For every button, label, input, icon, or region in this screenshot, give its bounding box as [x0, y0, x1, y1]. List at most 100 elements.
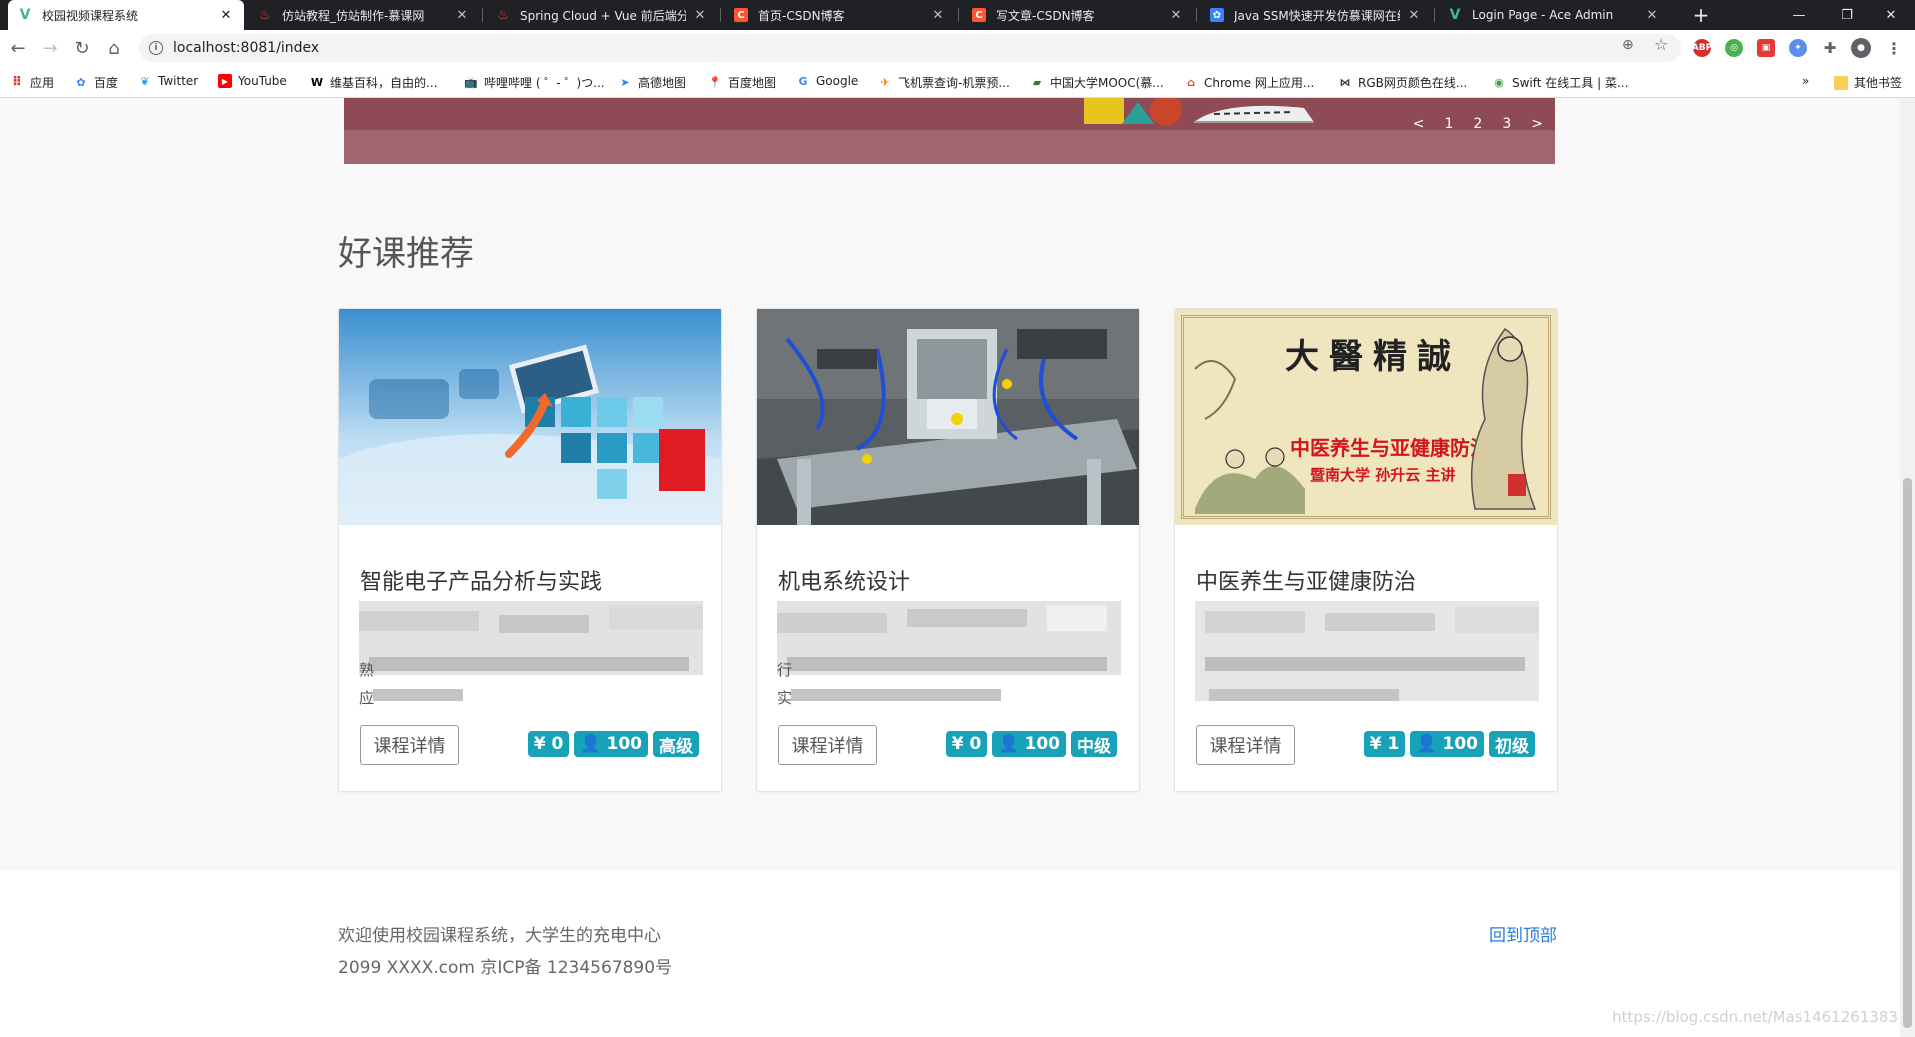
scrollbar-thumb[interactable] [1903, 478, 1912, 1028]
tab-spring-cloud-vue[interactable]: ♨ Spring Cloud + Vue 前后端分离 ✕ [486, 0, 718, 30]
twitter-bird-icon: ❦ [140, 74, 150, 88]
wikipedia-w-icon: W [310, 76, 324, 89]
ink-painting-illustration [1194, 327, 1537, 514]
menu-kebab-icon[interactable]: ⋮ [1885, 39, 1903, 58]
blurred-description [777, 601, 1121, 701]
bookmarks-bar: ⠿ 应用 ✿ 百度 ❦ Twitter ▶ YouTube W 维基百科，自由的... 📺… [0, 66, 1915, 98]
course-thumbnail[interactable] [339, 309, 721, 525]
bookmark-amap[interactable]: ➤ 高德地图 [618, 74, 686, 91]
bookmark-twitter[interactable]: ❦ Twitter [138, 74, 198, 88]
bookmark-swift[interactable]: ◉ Swift 在线工具 | 菜... [1492, 74, 1628, 91]
price-badge: ¥ 0 [527, 731, 570, 757]
new-tab-button[interactable]: + [1687, 0, 1715, 30]
back-arrow-icon[interactable]: ← [6, 36, 30, 60]
section-title: 好课推荐 [338, 234, 474, 274]
description-snippet: 实 [777, 689, 793, 707]
bookmark-baidu-map[interactable]: 📍 百度地图 [708, 74, 776, 91]
bookmark-other[interactable]: 其他书签 [1834, 74, 1902, 91]
tab-imooc-clone[interactable]: ♨ 仿站教程_仿站制作-慕课网 ✕ [248, 0, 480, 30]
bookmark-wikipedia[interactable]: W 维基百科，自由的... [310, 74, 438, 91]
bookmark-chrome-store[interactable]: ⌂ Chrome 网上应用... [1184, 74, 1314, 91]
forward-arrow-icon[interactable]: → [38, 36, 62, 60]
bookmark-apps[interactable]: ⠿ 应用 [10, 74, 54, 91]
bookmark-rgb[interactable]: ⋈ RGB网页颜色在线... [1338, 74, 1468, 91]
bookmarks-overflow[interactable]: » [1802, 74, 1809, 88]
profile-avatar-icon[interactable]: ● [1851, 38, 1871, 58]
home-icon[interactable]: ⌂ [102, 36, 126, 60]
extensions-puzzle-icon[interactable]: ✚ [1821, 39, 1839, 57]
close-icon[interactable]: ✕ [692, 8, 708, 23]
zoom-icon[interactable]: ⊕ [1622, 37, 1634, 53]
url-text[interactable]: localhost:8081/index [173, 40, 319, 56]
browser-tab-strip: V 校园视频课程系统 ✕ ♨ 仿站教程_仿站制作-慕课网 ✕ ♨ Spring … [0, 0, 1915, 30]
vue-logo-icon: V [1449, 7, 1461, 23]
bookmark-flight[interactable]: ✈ 飞机票查询-机票预... [878, 74, 1009, 91]
course-badges: ¥ 0 👤 100 中级 [945, 731, 1117, 757]
enrolled-badge: 👤 100 [992, 731, 1066, 757]
carousel-page-3[interactable]: 3 [1502, 116, 1511, 132]
page-scrollbar[interactable] [1900, 98, 1915, 1037]
description-snippet: 熟 [359, 661, 375, 679]
window-close-icon[interactable]: ✕ [1867, 0, 1915, 30]
bookmark-baidu[interactable]: ✿ 百度 [74, 74, 118, 91]
tab-campus-course-system[interactable]: V 校园视频课程系统 ✕ [8, 0, 244, 30]
course-detail-button[interactable]: 课程详情 [1196, 725, 1295, 765]
screenshot-extension-icon[interactable]: ▣ [1757, 39, 1775, 57]
carousel-page-2[interactable]: 2 [1473, 116, 1482, 132]
price-badge: ¥ 0 [945, 731, 988, 757]
banner-shadow-strip [344, 130, 1555, 164]
course-card: 大醫精誠 中医养生与亚健康防治 暨南大学 孙升云 主讲 中医养生与亚健康防治 课… [1174, 308, 1558, 792]
course-title[interactable]: 中医养生与亚健康防治 [1196, 564, 1416, 596]
restore-icon[interactable]: ❐ [1823, 0, 1871, 30]
swift-icon: ◉ [1494, 76, 1504, 89]
close-icon[interactable]: ✕ [1406, 8, 1422, 23]
bookmark-mooc[interactable]: ▰ 中国大学MOOC(慕... [1030, 74, 1164, 91]
bookmark-google[interactable]: G Google [796, 74, 858, 88]
back-to-top-link[interactable]: 回到顶部 [1489, 921, 1557, 946]
course-thumbnail[interactable] [757, 309, 1139, 525]
tab-csdn-write[interactable]: C 写文章-CSDN博客 ✕ [962, 0, 1194, 30]
site-info-icon[interactable]: i [149, 41, 163, 55]
csdn-icon: C [734, 8, 748, 22]
close-icon[interactable]: ✕ [930, 8, 946, 23]
carousel-next-button[interactable]: > [1531, 116, 1543, 132]
course-detail-button[interactable]: 课程详情 [360, 725, 459, 765]
course-title[interactable]: 机电系统设计 [778, 564, 910, 596]
course-title[interactable]: 智能电子产品分析与实践 [360, 564, 602, 596]
tab-csdn-home[interactable]: C 首页-CSDN博客 ✕ [724, 0, 956, 30]
minimize-icon[interactable]: — [1775, 0, 1823, 30]
description-snippet: 应 [359, 689, 375, 707]
baidu-paw-icon: ✿ [76, 76, 86, 89]
close-icon[interactable]: ✕ [1168, 8, 1184, 23]
mooc-icon: ▰ [1032, 76, 1042, 89]
price-badge: ¥ 1 [1363, 731, 1406, 757]
reload-icon[interactable]: ↻ [70, 36, 94, 60]
course-thumbnail[interactable]: 大醫精誠 中医养生与亚健康防治 暨南大学 孙升云 主讲 [1175, 309, 1557, 525]
tab-login-ace-admin[interactable]: V Login Page - Ace Admin ✕ [1438, 0, 1670, 30]
adblock-plus-icon[interactable]: ABP [1692, 39, 1712, 57]
course-badges: ¥ 0 👤 100 高级 [527, 731, 699, 757]
chrome-extension-icon[interactable]: ◎ [1725, 39, 1743, 57]
course-detail-button[interactable]: 课程详情 [778, 725, 877, 765]
address-bar[interactable]: i localhost:8081/index [139, 34, 1681, 62]
description-snippet: 行 [777, 661, 793, 679]
user-icon: 👤 [998, 734, 1020, 754]
user-icon: 👤 [1416, 734, 1438, 754]
close-icon[interactable]: ✕ [454, 8, 470, 23]
tab-java-ssm[interactable]: ✿ Java SSM快速开发仿慕课网在线 ✕ [1200, 0, 1432, 30]
level-badge: 初级 [1489, 731, 1535, 757]
carousel-page-1[interactable]: 1 [1445, 116, 1454, 132]
bookmark-star-icon[interactable]: ☆ [1654, 35, 1668, 54]
level-badge: 中级 [1071, 731, 1117, 757]
translate-extension-icon[interactable]: ✦ [1789, 39, 1807, 57]
bookmark-bilibili[interactable]: 📺 哔哩哔哩 ( ゜- ゜)つ... [464, 74, 604, 91]
bookmark-youtube[interactable]: ▶ YouTube [218, 74, 287, 88]
enrolled-badge: 👤 100 [574, 731, 648, 757]
close-icon[interactable]: ✕ [218, 8, 234, 23]
youtube-icon: ▶ [218, 74, 232, 88]
carousel-prev-button[interactable]: < [1413, 116, 1425, 132]
level-badge: 高级 [653, 731, 699, 757]
close-icon[interactable]: ✕ [1644, 8, 1660, 23]
footer-copyright: 2099 XXXX.com 京ICP备 1234567890号 [338, 958, 673, 978]
map-pin-icon: 📍 [708, 76, 722, 89]
